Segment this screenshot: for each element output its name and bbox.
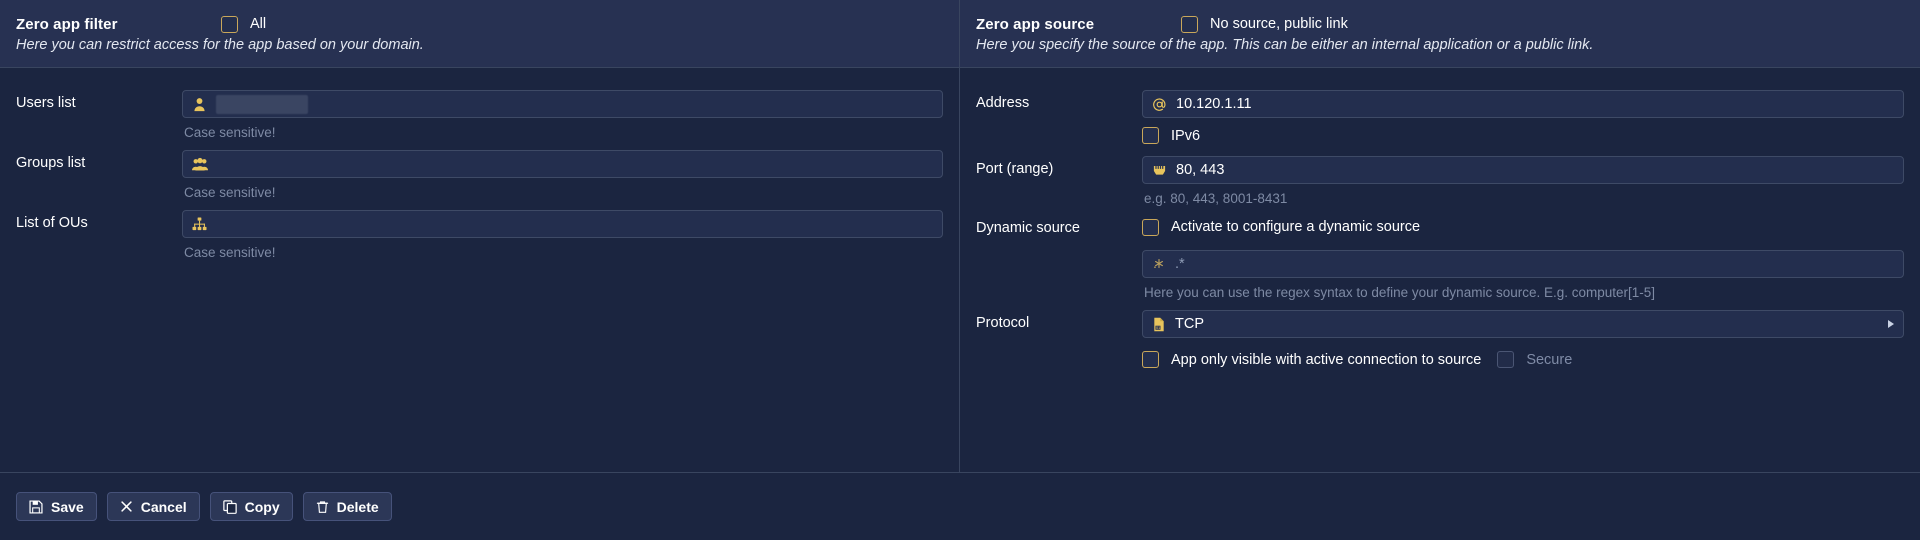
secure-label: Secure — [1526, 351, 1573, 368]
users-group-icon — [192, 157, 208, 172]
trash-icon — [316, 500, 329, 514]
save-button[interactable]: Save — [16, 492, 97, 521]
list-of-ous-label: List of OUs — [16, 215, 88, 231]
zero-app-config-screen: Zero app filter All Here you can restric… — [0, 0, 1920, 540]
dynamic-source-label: Dynamic source — [976, 220, 1080, 236]
ethernet-port-icon — [1152, 163, 1167, 177]
no-source-checkbox-row[interactable]: No source, public link — [1181, 15, 1348, 33]
binary-file-icon: 01 — [1152, 317, 1166, 332]
list-of-ous-input[interactable] — [182, 210, 943, 238]
dynamic-source-regex-input[interactable]: .* — [1142, 250, 1904, 278]
ipv6-checkbox[interactable] — [1142, 127, 1159, 144]
panels-container: Zero app filter All Here you can restric… — [0, 0, 1920, 472]
ipv6-checkbox-row[interactable]: IPv6 — [1142, 127, 1200, 144]
cancel-button-label: Cancel — [140, 498, 187, 515]
no-source-public-link-checkbox[interactable] — [1181, 15, 1198, 33]
close-x-icon — [120, 500, 133, 513]
no-source-public-link-label: No source, public link — [1210, 16, 1348, 32]
chevron-right-icon[interactable] — [1888, 320, 1894, 328]
all-checkbox-row[interactable]: All — [221, 15, 267, 33]
port-label: Port (range) — [976, 161, 1054, 177]
dynamic-source-row: Dynamic source Activate to configure a d… — [976, 215, 1904, 310]
address-value: 10.120.1.11 — [1176, 96, 1252, 112]
left-form-body: Users list Case sensitive! Groups list C… — [0, 68, 959, 270]
protocol-value: TCP — [1175, 316, 1204, 332]
active-connection-label: App only visible with active connection … — [1171, 351, 1482, 368]
source-options-row: App only visible with active connection … — [976, 338, 1904, 368]
cancel-button[interactable]: Cancel — [106, 492, 200, 521]
active-connection-checkbox[interactable] — [1142, 351, 1159, 368]
dynamic-source-checkbox-label: Activate to configure a dynamic source — [1171, 219, 1421, 235]
copy-icon — [222, 499, 237, 514]
users-list-row: Users list Case sensitive! — [16, 90, 943, 150]
user-icon — [192, 97, 207, 112]
copy-button[interactable]: Copy — [209, 492, 293, 521]
port-value: 80, 443 — [1176, 162, 1225, 178]
copy-button-label: Copy — [244, 498, 280, 515]
users-list-redacted-value — [216, 94, 308, 114]
at-sign-icon — [1152, 97, 1167, 112]
bottom-edge — [0, 534, 1920, 540]
address-input[interactable]: 10.120.1.11 — [1142, 90, 1904, 118]
right-form-body: Address 10.120.1.11 IPv6 Port (range) 80… — [960, 68, 1920, 368]
groups-list-hint: Case sensitive! — [184, 185, 276, 200]
port-hint: e.g. 80, 443, 8001-8431 — [1144, 191, 1288, 206]
secure-checkbox[interactable] — [1497, 351, 1515, 368]
ipv6-row: IPv6 — [976, 118, 1904, 144]
zero-app-source-panel: Zero app source No source, public link H… — [960, 0, 1920, 472]
list-of-ous-row: List of OUs Case sensitive! — [16, 210, 943, 270]
zero-app-filter-panel: Zero app filter All Here you can restric… — [0, 0, 960, 472]
footer-toolbar: Save Cancel Copy Delete — [0, 472, 1920, 540]
users-list-hint: Case sensitive! — [184, 125, 276, 140]
all-checkbox-label: All — [250, 16, 267, 32]
dynamic-source-regex-placeholder: .* — [1175, 256, 1185, 272]
delete-button[interactable]: Delete — [302, 492, 392, 521]
sitemap-icon — [192, 217, 207, 231]
asterisk-icon — [1152, 257, 1166, 271]
left-section-title: Zero app filter — [16, 15, 118, 33]
address-label: Address — [976, 95, 1030, 111]
right-section-header: Zero app source No source, public link H… — [960, 0, 1920, 68]
groups-list-input[interactable] — [182, 150, 943, 178]
save-floppy-icon — [29, 499, 43, 514]
dynamic-source-checkbox[interactable] — [1142, 218, 1159, 236]
left-section-header: Zero app filter All Here you can restric… — [0, 0, 959, 68]
ipv6-label: IPv6 — [1171, 127, 1201, 144]
address-row: Address 10.120.1.11 — [976, 90, 1904, 118]
secure-checkbox-row[interactable]: Secure — [1497, 351, 1572, 368]
active-connection-checkbox-row[interactable]: App only visible with active connection … — [1142, 351, 1481, 368]
list-of-ous-hint: Case sensitive! — [184, 245, 276, 260]
delete-button-label: Delete — [336, 498, 379, 515]
right-section-title: Zero app source — [976, 15, 1095, 33]
protocol-label: Protocol — [976, 315, 1030, 331]
svg-text:01: 01 — [1156, 325, 1160, 330]
dynamic-source-hint: Here you can use the regex syntax to def… — [1144, 285, 1656, 300]
port-row: Port (range) 80, 443 e.g. 80, 443, 8001-… — [976, 156, 1904, 215]
save-button-label: Save — [51, 498, 84, 515]
protocol-row: Protocol 01 TCP — [976, 310, 1904, 338]
dynamic-source-checkbox-row[interactable]: Activate to configure a dynamic source — [1142, 215, 1904, 239]
port-input[interactable]: 80, 443 — [1142, 156, 1904, 184]
groups-list-row: Groups list Case sensitive! — [16, 150, 943, 210]
groups-list-label: Groups list — [16, 155, 86, 171]
left-section-description: Here you can restrict access for the app… — [16, 37, 424, 53]
users-list-input[interactable] — [182, 90, 943, 118]
all-checkbox[interactable] — [221, 15, 238, 33]
right-section-description: Here you specify the source of the app. … — [976, 37, 1594, 53]
users-list-label: Users list — [16, 95, 76, 111]
protocol-select[interactable]: 01 TCP — [1142, 310, 1904, 338]
